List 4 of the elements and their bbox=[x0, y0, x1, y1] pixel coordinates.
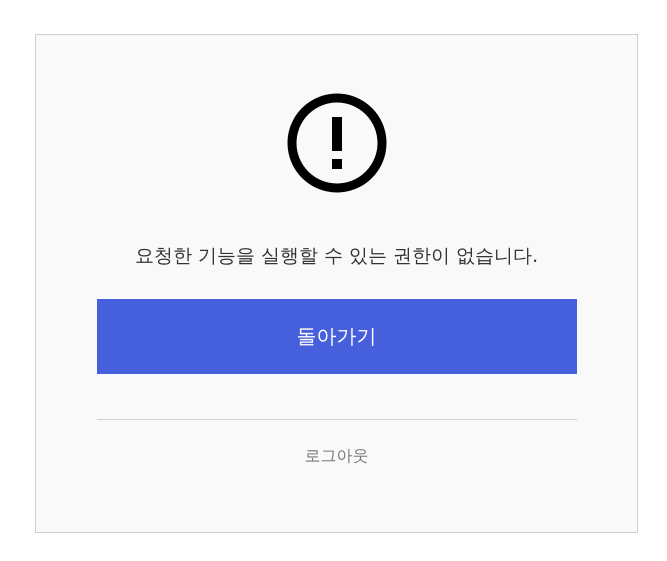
error-message: 요청한 기능을 실행할 수 있는 권한이 없습니다. bbox=[134, 244, 538, 269]
back-button[interactable]: 돌아가기 bbox=[96, 299, 576, 374]
exclamation-icon bbox=[286, 93, 386, 193]
logout-link[interactable]: 로그아웃 bbox=[304, 446, 368, 467]
